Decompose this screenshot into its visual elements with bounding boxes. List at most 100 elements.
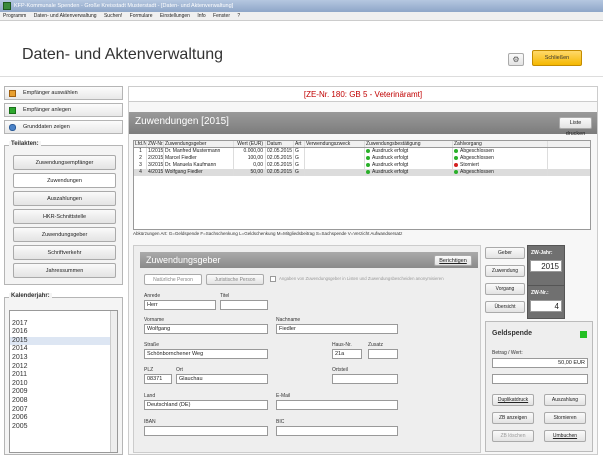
year-item[interactable]: 2016 [10,328,117,337]
plz-label: PLZ [144,367,154,373]
select-recipient-label: Empfänger auswählen [23,90,78,96]
menu-suchen[interactable]: Suchen! [104,13,122,19]
select-recipient-button[interactable]: Empfänger auswählen [4,86,123,100]
cell [305,155,365,162]
zw-nr-label: ZW-Nr.: [531,290,549,296]
menu-daten[interactable]: Daten- und Aktenverwaltung [34,13,97,19]
cell: Ausdruck erfolgt [372,155,409,161]
ort-field[interactable]: Glauchau [176,374,268,384]
menu-help[interactable]: ? [237,13,240,19]
delete-zb-button[interactable]: ZB löschen [492,430,534,442]
anonymize-checkbox[interactable] [270,276,276,282]
cell-bestaetigung: Ausdruck erfolgt [365,169,453,176]
cell: 50,00 [234,169,266,176]
year-item[interactable]: 2007 [10,406,117,415]
year-item[interactable] [10,311,117,320]
close-button[interactable]: Schließen [532,50,582,66]
betrag-extra-field[interactable] [492,374,588,384]
col-lfd[interactable]: Lfd.Nr. [134,141,147,147]
vorname-field[interactable]: Wolfgang [144,324,268,334]
menu-info[interactable]: Info [197,13,205,19]
year-item[interactable]: 2010 [10,380,117,389]
bic-field[interactable] [276,426,398,436]
year-list-scrollbar[interactable] [110,311,117,452]
year-item[interactable]: 2009 [10,388,117,397]
plz-field[interactable]: 08371 [144,374,172,384]
geber-button[interactable]: Geber [485,247,525,259]
anrede-field[interactable]: Herr [144,300,216,310]
col-wert[interactable]: Wert (EUR) [234,141,266,147]
titel-field[interactable] [220,300,268,310]
strasse-field[interactable]: Schönbornchener Weg [144,349,268,359]
zuwendung-button[interactable]: Zuwendung [485,265,525,277]
land-field[interactable]: Deutschland (DE) [144,400,268,410]
table-row[interactable]: 2 2/2015 Marcel Fiedler 100,00 02.05.201… [134,155,590,162]
tab-schriftverkehr[interactable]: Schriftverkehr [13,245,116,260]
edit-button[interactable]: Berichtigen [434,255,472,266]
table-row[interactable]: 3 3/2015 Dr. Manuela Kaufmann 0,00 02.05… [134,162,590,169]
natural-person-toggle[interactable]: Natürliche Person [144,274,202,285]
menu-einstellungen[interactable]: Einstellungen [160,13,190,19]
strasse-label: Straße [144,342,160,348]
menu-formulare[interactable]: Formulare [130,13,153,19]
cell [305,169,365,176]
tab-zuwendungsempfaenger[interactable]: Zuwendungsempfänger [13,155,116,170]
col-bestaetigung[interactable]: Zuwendungsbestätigung [365,141,453,147]
zusatz-field[interactable] [368,349,398,359]
year-item[interactable]: 2017 [10,320,117,329]
betrag-field[interactable]: 50,00 EUR [492,358,588,368]
col-geber[interactable]: Zuwendungsgeber [164,141,234,147]
show-zb-button[interactable]: ZB anzeigen [492,412,534,424]
status-dot-icon [454,169,458,174]
year-item[interactable]: 2014 [10,345,117,354]
show-basedata-button[interactable]: Grunddaten zeigen [4,120,123,134]
email-field[interactable] [276,400,398,410]
year-item[interactable]: 2005 [10,423,117,432]
table-row[interactable]: 1 1/2015 Dr. Manfred Mustermann 0.000,00… [134,148,590,155]
tab-jahressummen[interactable]: Jahressummen [13,263,116,278]
cell: 02.05.2015 [267,169,294,176]
year-item[interactable]: 2012 [10,363,117,372]
tab-zuwendungen[interactable]: Zuwendungen [13,173,116,188]
status-dot-icon [366,162,370,167]
cell-bestaetigung: Ausdruck erfolgt [365,162,453,169]
tab-zuwendungsgeber[interactable]: Zuwendungsgeber [13,227,116,242]
cell: 02.05.2015 [267,155,294,162]
year-item[interactable]: 2006 [10,414,117,423]
col-art[interactable]: Art [294,141,305,147]
cell: Abgeschlossen [460,148,494,154]
create-recipient-button[interactable]: Empfänger anlegen [4,103,123,117]
year-item[interactable]: 2008 [10,397,117,406]
legal-person-toggle[interactable]: Juristische Person [206,274,264,285]
ortsteil-field[interactable] [332,374,398,384]
table-row-selected[interactable]: 4 4/2015 Wolfgang Fiedler 50,00 02.05.20… [134,169,590,176]
duplicate-print-button[interactable]: Duplikatdruck [492,394,534,406]
rebook-button[interactable]: Umbuchen [544,430,586,442]
year-item[interactable]: 2013 [10,354,117,363]
hausnr-field[interactable]: 21a [332,349,362,359]
year-list[interactable]: 2017 2016 2015 2014 2013 2012 2011 2010 … [9,310,118,453]
year-item[interactable]: 2011 [10,371,117,380]
menu-programm[interactable]: Programm [3,13,26,19]
tab-hkr-schnittstelle[interactable]: HKR-Schnittstelle [13,209,116,224]
year-item-selected[interactable]: 2015 [10,336,117,346]
nachname-field[interactable]: Fiedler [276,324,398,334]
col-zahlvorgang[interactable]: Zahlvorgang [453,141,548,147]
menu-fenster[interactable]: Fenster [213,13,230,19]
database-icon [9,124,16,131]
print-list-button[interactable]: Liste drucken [559,117,592,137]
zw-jahr-value: 2015 [530,260,562,272]
cell-zahlvorgang: Abgeschlossen [453,155,548,162]
col-zwnr[interactable]: ZW-Nr. [147,141,164,147]
tab-auszahlungen[interactable]: Auszahlungen [13,191,116,206]
payout-button[interactable]: Auszahlung [544,394,586,406]
iban-field[interactable] [144,426,268,436]
col-datum[interactable]: Datum [266,141,294,147]
settings-button[interactable]: ⚙ [508,53,524,66]
cancel-button[interactable]: Stornieren [544,412,586,424]
cell-zahlvorgang: Storniert [453,162,548,169]
uebersicht-button[interactable]: Übersicht [485,301,525,313]
vorgang-button[interactable]: Vorgang [485,283,525,295]
col-zweck[interactable]: Verwendungszweck [305,141,365,147]
cell: 4 [134,169,147,176]
